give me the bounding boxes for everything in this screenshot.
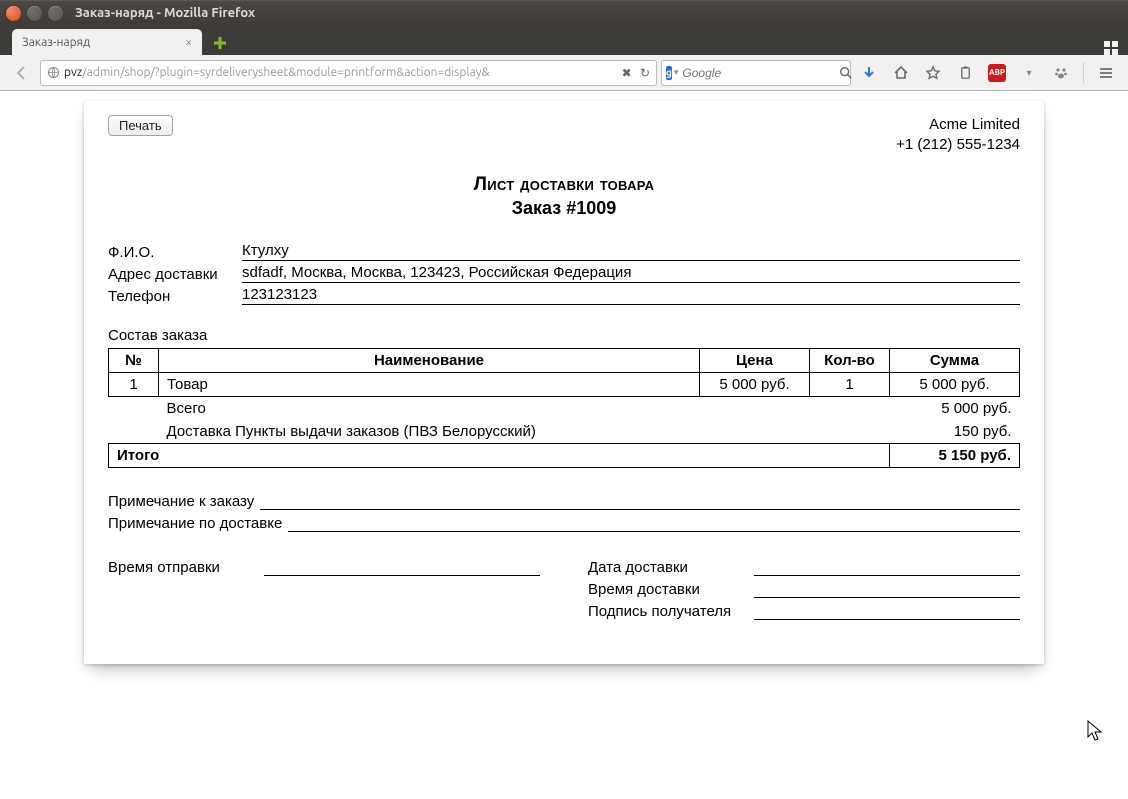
paw-icon[interactable]	[1047, 59, 1075, 87]
order-note-label: Примечание к заказу	[108, 493, 254, 510]
window-title: Заказ-наряд - Mozilla Firefox	[75, 6, 255, 20]
grand-value: 5 150 руб.	[890, 443, 1020, 467]
home-button[interactable]	[887, 59, 915, 87]
item-name: Товар	[159, 372, 700, 396]
tab-title: Заказ-наряд	[22, 36, 90, 49]
delivery-time-line	[754, 580, 1020, 598]
company-phone: +1 (212) 555-1234	[896, 135, 1020, 155]
signature-label: Подпись получателя	[588, 603, 748, 620]
col-n: №	[109, 348, 159, 372]
delivery-date-label: Дата доставки	[588, 559, 748, 576]
col-sum: Сумма	[890, 348, 1020, 372]
subtotal-label: Всего	[159, 397, 890, 420]
subtotal-value: 5 000 руб.	[890, 397, 1020, 420]
tab-strip: Заказ-наряд ×	[0, 25, 1128, 55]
delivery-date-line	[754, 558, 1020, 576]
back-button[interactable]	[8, 59, 36, 87]
search-icon[interactable]	[839, 66, 853, 80]
shipping-value: 150 руб.	[890, 420, 1020, 444]
hamburger-menu-button[interactable]	[1092, 59, 1120, 87]
dispatch-time-line	[264, 558, 540, 576]
delivery-note-line	[288, 514, 1020, 532]
item-qty: 1	[810, 372, 890, 396]
col-name: Наименование	[159, 348, 700, 372]
search-engine-icon: g	[666, 66, 672, 80]
bookmark-star-button[interactable]	[919, 59, 947, 87]
item-n: 1	[109, 372, 159, 396]
tab-close-button[interactable]: ×	[183, 36, 194, 49]
stop-reload-split[interactable]: ✖ ↻	[622, 66, 650, 80]
items-table: № Наименование Цена Кол-во Сумма 1 Товар…	[108, 348, 1020, 397]
globe-icon	[47, 66, 60, 79]
window-minimize-button[interactable]	[27, 6, 42, 21]
print-button[interactable]: Печать	[108, 115, 173, 136]
item-sum: 5 000 руб.	[890, 372, 1020, 396]
phone-label: Телефон	[108, 288, 238, 305]
url-path: /admin/shop/?plugin=syrdeliverysheet&mod…	[82, 66, 489, 79]
signature-line	[754, 602, 1020, 620]
new-tab-button[interactable]	[208, 31, 232, 55]
doc-title-line2: Заказ #1009	[108, 198, 1020, 219]
doc-title-line1: Лист доставки товара	[108, 174, 1020, 196]
adblock-button[interactable]: ABP	[983, 59, 1011, 87]
order-note-line	[260, 492, 1020, 510]
delivery-time-label: Время доставки	[588, 581, 748, 598]
address-value: sdfadf, Москва, Москва, 123423, Российск…	[242, 263, 1020, 283]
delivery-sheet: Печать Acme Limited +1 (212) 555-1234 Ли…	[84, 101, 1044, 664]
items-heading: Состав заказа	[108, 327, 1020, 344]
window-close-button[interactable]	[6, 6, 21, 21]
fio-label: Ф.И.О.	[108, 244, 238, 261]
delivery-note-label: Примечание по доставке	[108, 515, 282, 532]
page-viewport: Печать Acme Limited +1 (212) 555-1234 Ли…	[0, 91, 1128, 799]
col-qty: Кол-во	[810, 348, 890, 372]
table-row: 1 Товар 5 000 руб. 1 5 000 руб.	[109, 372, 1020, 396]
search-bar[interactable]: g ▾	[661, 60, 851, 86]
window-titlebar: Заказ-наряд - Mozilla Firefox	[0, 0, 1128, 25]
browser-tab[interactable]: Заказ-наряд ×	[12, 29, 202, 55]
clipboard-button[interactable]	[951, 59, 979, 87]
panorama-button[interactable]	[1104, 41, 1118, 55]
phone-value: 123123123	[242, 285, 1020, 305]
col-price: Цена	[700, 348, 810, 372]
chevron-down-icon[interactable]: ▾	[674, 67, 679, 78]
dispatch-time-label: Время отправки	[108, 559, 258, 576]
item-price: 5 000 руб.	[700, 372, 810, 396]
url-domain: pvz	[64, 66, 82, 79]
downloads-button[interactable]	[855, 59, 883, 87]
extension-chevron[interactable]: ▾	[1015, 59, 1043, 87]
grand-label: Итого	[109, 443, 890, 467]
navigation-toolbar: pvz/admin/shop/?plugin=syrdeliverysheet&…	[0, 55, 1128, 91]
fio-value: Ктулху	[242, 241, 1020, 261]
totals-table: Всего 5 000 руб. Доставка Пункты выдачи …	[108, 397, 1020, 468]
company-block: Acme Limited +1 (212) 555-1234	[896, 115, 1020, 156]
url-bar[interactable]: pvz/admin/shop/?plugin=syrdeliverysheet&…	[40, 60, 657, 86]
search-input[interactable]	[682, 66, 839, 80]
address-label: Адрес доставки	[108, 266, 238, 283]
shipping-label: Доставка Пункты выдачи заказов (ПВЗ Бело…	[159, 420, 890, 444]
company-name: Acme Limited	[896, 115, 1020, 135]
toolbar-separator	[1083, 62, 1084, 84]
window-maximize-button[interactable]	[48, 6, 63, 21]
